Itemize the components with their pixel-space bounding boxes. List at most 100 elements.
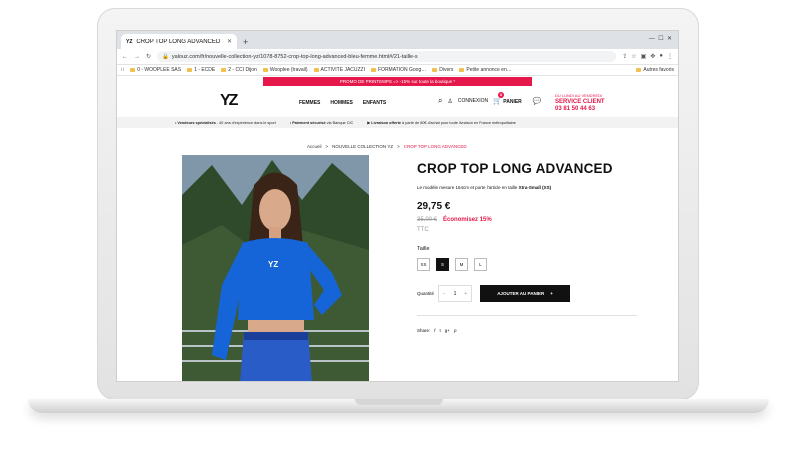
tab-bar: YZ CROP TOP LONG ADVANCED ✕ + — ☐ ✕ [117, 31, 678, 49]
nav-femmes[interactable]: FEMMES [299, 100, 320, 106]
bookmark-item[interactable]: Divers [432, 67, 453, 73]
bookmark-item[interactable]: 1 - ECDE [187, 67, 215, 73]
folder-icon [130, 68, 136, 72]
saving-badge: Économisez 15% [443, 217, 492, 223]
cart-count-badge: 0 [498, 92, 505, 98]
window-controls[interactable]: — ☐ ✕ [649, 35, 672, 42]
twitter-icon[interactable]: t [440, 328, 441, 333]
product-title: CROP TOP LONG ADVANCED [417, 161, 613, 176]
add-to-cart-button[interactable]: AJOUTER AU PANIER + [480, 285, 571, 302]
user-icon[interactable]: ♙ [447, 98, 452, 105]
truck-icon: ▶ [367, 121, 371, 125]
bookmark-item[interactable]: Wooplee (travail) [262, 67, 308, 73]
star-icon[interactable]: ☆ [631, 53, 636, 60]
share-page-icon[interactable]: ⇪ [622, 53, 627, 60]
folder-icon [432, 68, 438, 72]
reassurance-bar: • Vendeurs spécialisés - 40 ans d'expéri… [117, 117, 678, 128]
service-title: SERVICE CLIENT [555, 98, 605, 105]
new-tab-icon[interactable]: + [243, 37, 248, 47]
qty-value[interactable]: 1 [454, 291, 457, 297]
size-option-l[interactable]: L [474, 258, 487, 271]
nav-hommes[interactable]: HOMMES [330, 100, 353, 106]
menu-icon[interactable]: ⋮ [667, 53, 673, 60]
product-description: Le modèle mesure 164cm et porte l'articl… [417, 185, 552, 190]
nav-enfants[interactable]: ENFANTS [363, 100, 386, 106]
site-logo[interactable]: YZ [220, 92, 239, 110]
bookmarks-bar: ⁝⁝ 0 - WOOPLEE SAS 1 - ECDE 2 - CCI Dijo… [117, 65, 678, 76]
close-tab-icon[interactable]: ✕ [227, 38, 232, 45]
size-option-xs[interactable]: XS [417, 258, 430, 271]
bookmark-item[interactable]: 2 - CCI Dijon [221, 67, 257, 73]
profile-icon[interactable]: ● [659, 53, 663, 60]
breadcrumb-collection[interactable]: NOUVELLE COLLECTION YZ [332, 144, 393, 149]
service-phone: 03 81 50 44 63 [555, 105, 596, 112]
search-icon[interactable]: ⌕ [438, 96, 442, 106]
product-photo-illustration: YZ [182, 155, 369, 381]
laptop-mockup: YZ CROP TOP LONG ADVANCED ✕ + — ☐ ✕ ← → … [0, 0, 797, 451]
pinterest-icon[interactable]: p [454, 328, 457, 333]
share-row: Share: f t g+ p [417, 328, 647, 333]
lock-icon: 🔒 [162, 53, 169, 60]
login-link[interactable]: CONNEXION [458, 98, 488, 104]
reload-icon[interactable]: ↻ [146, 53, 151, 60]
header-actions: ⌕ ♙ CONNEXION 🛒 0 PANIER 💬 [438, 92, 542, 106]
tab-title: CROP TOP LONG ADVANCED [136, 38, 221, 45]
info-specialists: • Vendeurs spécialisés - 40 ans d'expéri… [175, 120, 276, 125]
laptop-notch [355, 399, 443, 405]
breadcrumb-separator: > [325, 144, 329, 149]
toolbar-icons: ⇪ ☆ ▣ ✥ ● ⋮ [622, 53, 673, 60]
bookmark-item[interactable]: ACTIVITE JACUZZI [313, 67, 365, 73]
tax-label: TTC [417, 227, 429, 233]
share-label: Share: [417, 328, 431, 333]
extension-icon[interactable]: ▣ [641, 53, 647, 60]
url-field[interactable]: 🔒 yalouz.com/fr/nouvelle-collection-yz/1… [157, 51, 617, 62]
size-option-m[interactable]: M [455, 258, 468, 271]
product-info: CROP TOP LONG ADVANCED Le modèle mesure … [417, 161, 647, 333]
main-nav: FEMMES HOMMES ENFANTS [299, 100, 386, 106]
folder-icon [262, 68, 268, 72]
cart-button[interactable]: 🛒 0 PANIER [493, 92, 522, 105]
folder-icon [187, 68, 193, 72]
plus-icon: + [550, 291, 553, 296]
folder-icon [636, 68, 642, 72]
facebook-icon[interactable]: f [434, 328, 435, 333]
address-bar-row: ← → ↻ 🔒 yalouz.com/fr/nouvelle-collectio… [117, 49, 678, 65]
breadcrumb-home[interactable]: Accueil [307, 144, 322, 149]
back-icon[interactable]: ← [122, 54, 128, 60]
folder-icon [221, 68, 227, 72]
quantity-label: Quantité [417, 291, 435, 296]
qty-minus-button[interactable]: − [443, 291, 446, 297]
discount-row: 35,00 € Économisez 15% [417, 217, 647, 223]
other-bookmarks[interactable]: Autres favoris [636, 67, 674, 73]
bookmark-item[interactable]: Petite annonce en… [459, 67, 512, 73]
info-delivery: ▶ Livraison offerte à partir de 80€ d'ac… [367, 121, 516, 125]
apps-icon[interactable]: ⁝⁝ [121, 67, 124, 73]
google-plus-icon[interactable]: g+ [445, 328, 450, 333]
qty-plus-button[interactable]: + [464, 291, 467, 297]
divider [417, 315, 637, 316]
customer-service[interactable]: DU LUNDI AU VENDREDI SERVICE CLIENT 03 8… [555, 93, 605, 113]
bookmark-item[interactable]: FORMATION Goog… [371, 67, 426, 73]
product-photo[interactable]: YZ [182, 155, 369, 381]
browser-tab[interactable]: YZ CROP TOP LONG ADVANCED ✕ [121, 34, 237, 49]
chat-icon[interactable]: 💬 [533, 97, 542, 105]
svg-text:YZ: YZ [268, 260, 278, 269]
size-selector: XS S M L [417, 258, 647, 271]
site-header: YZ FEMMES HOMMES ENFANTS ⌕ ♙ CONNEXION 🛒… [117, 87, 678, 117]
size-option-s[interactable]: S [436, 258, 449, 271]
promo-banner[interactable]: PROMO DE PRINTEMPS => -15% sur toute la … [263, 77, 532, 86]
cart-icon: 🛒 [493, 98, 502, 105]
quantity-stepper[interactable]: − 1 + [438, 285, 473, 302]
promo-wrap: PROMO DE PRINTEMPS => -15% sur toute la … [117, 76, 678, 87]
screen: YZ CROP TOP LONG ADVANCED ✕ + — ☐ ✕ ← → … [116, 30, 679, 382]
folder-icon [459, 68, 465, 72]
folder-icon [313, 68, 319, 72]
puzzle-icon[interactable]: ✥ [650, 53, 655, 60]
add-to-cart-label: AJOUTER AU PANIER [497, 291, 545, 296]
folder-icon [371, 68, 376, 72]
bookmark-item[interactable]: 0 - WOOPLEE SAS [130, 67, 181, 73]
info-payment: • Paiement sécurisé via Banque CIC [289, 120, 354, 125]
cart-label: PANIER [503, 99, 522, 105]
breadcrumb-separator: > [397, 144, 400, 149]
forward-icon[interactable]: → [134, 54, 140, 60]
